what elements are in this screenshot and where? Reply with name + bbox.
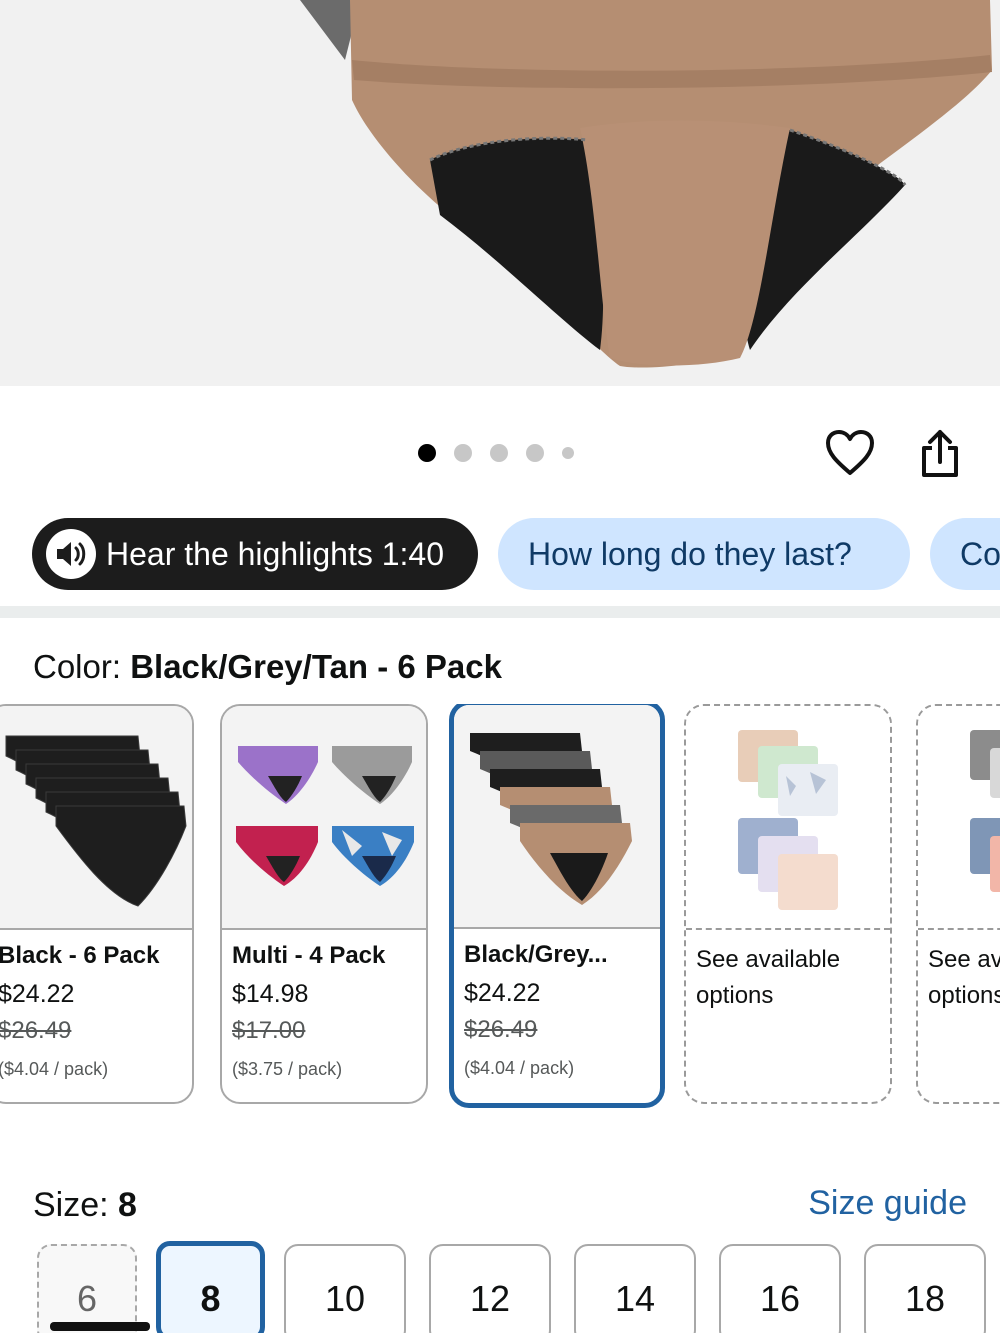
see-options-label: See available options xyxy=(696,946,841,1009)
question-chip-label: Co xyxy=(960,535,1000,572)
product-image[interactable] xyxy=(0,0,1000,386)
swatch-list-price: $26.49 xyxy=(464,1016,538,1043)
product-photo-underwear xyxy=(300,0,992,368)
size-option-label: 8 xyxy=(200,1278,221,1319)
size-option-16[interactable]: 16 xyxy=(719,1244,841,1333)
carousel-dot-3[interactable] xyxy=(490,444,508,462)
swatch-image xyxy=(222,706,426,930)
carousel-dot-2[interactable] xyxy=(454,444,472,462)
size-option-label: 10 xyxy=(324,1278,366,1319)
swatch-unit-price: ($3.75 / pack) xyxy=(232,1059,343,1079)
size-option-12[interactable]: 12 xyxy=(429,1244,551,1333)
selected-size-value: 8 xyxy=(118,1186,137,1224)
size-label-prefix: Size: xyxy=(33,1186,119,1224)
see-options-label: See available options xyxy=(928,946,1000,1009)
color-option-multi-4-pack[interactable]: Multi - 4 Pack $14.98 $17.00 ($3.75 / pa… xyxy=(220,704,428,1104)
swatch-price: $14.98 xyxy=(232,980,309,1008)
swatch-list-price: $17.00 xyxy=(232,1017,306,1044)
swatch-name: Black/Grey... xyxy=(464,941,608,968)
selected-color-value: Black/Grey/Tan - 6 Pack xyxy=(130,648,502,685)
size-selection-label: Size: 8 xyxy=(33,1186,137,1225)
swatch-image xyxy=(454,705,660,929)
swatch-price: $24.22 xyxy=(0,980,75,1008)
color-option-black-6-pack[interactable]: Black - 6 Pack $24.22 $26.49 ($4.04 / pa… xyxy=(0,704,194,1104)
highlight-chips: Hear the highlights 1:40 How long do the… xyxy=(32,518,1000,592)
swatch-image xyxy=(686,706,890,930)
size-option-list: 6 8 10 12 14 16 18 xyxy=(0,1241,1000,1333)
swatch-unit-price: ($4.04 / pack) xyxy=(464,1058,575,1078)
color-label-prefix: Color: xyxy=(33,648,131,685)
swatch-list-price: $26.49 xyxy=(0,1017,72,1044)
swatch-name: Black - 6 Pack xyxy=(0,942,160,969)
color-swatch-list: Black - 6 Pack $24.22 $26.49 ($4.04 / pa… xyxy=(0,704,1000,1109)
size-option-14[interactable]: 14 xyxy=(574,1244,696,1333)
size-option-label: 18 xyxy=(904,1278,946,1319)
size-option-18[interactable]: 18 xyxy=(864,1244,986,1333)
carousel-dot-1[interactable] xyxy=(418,444,436,462)
size-option-label: 12 xyxy=(469,1278,511,1319)
scroll-indicator-bar xyxy=(50,1322,150,1331)
hear-highlights-label: Hear the highlights 1:40 xyxy=(106,535,444,572)
carousel-dot-4[interactable] xyxy=(526,444,544,462)
hear-highlights-button[interactable]: Hear the highlights 1:40 xyxy=(32,518,478,590)
swatch-unit-price: ($4.04 / pack) xyxy=(0,1059,109,1079)
size-option-label: 14 xyxy=(614,1278,656,1319)
swatch-name: Multi - 4 Pack xyxy=(232,942,386,969)
size-option-label: 16 xyxy=(759,1278,801,1319)
carousel-dot-5[interactable] xyxy=(562,447,574,459)
share-icon[interactable] xyxy=(916,428,964,480)
question-chip-how-long[interactable]: How long do they last? xyxy=(498,518,910,590)
size-option-10[interactable]: 10 xyxy=(284,1244,406,1333)
question-chip-partial[interactable]: Co xyxy=(930,518,1000,590)
heart-icon[interactable] xyxy=(824,427,876,479)
color-selection-label: Color: Black/Grey/Tan - 6 Pack xyxy=(33,648,502,686)
color-option-see-available[interactable]: See available options xyxy=(684,704,892,1104)
color-option-black-grey-tan-6-pack[interactable]: Black/Grey... $24.22 $26.49 ($4.04 / pac… xyxy=(449,704,665,1108)
question-chip-label: How long do they last? xyxy=(528,535,852,572)
section-divider xyxy=(0,606,1000,618)
swatch-image xyxy=(918,706,1000,930)
size-guide-link[interactable]: Size guide xyxy=(808,1184,967,1223)
speaker-icon xyxy=(46,529,96,579)
size-option-6[interactable]: 6 xyxy=(37,1244,137,1333)
color-option-see-available-2[interactable]: See available options xyxy=(916,704,1000,1104)
swatch-price: $24.22 xyxy=(464,979,541,1007)
image-carousel-dots[interactable] xyxy=(418,444,574,462)
size-option-8[interactable]: 8 xyxy=(156,1241,265,1333)
swatch-image xyxy=(0,706,192,930)
